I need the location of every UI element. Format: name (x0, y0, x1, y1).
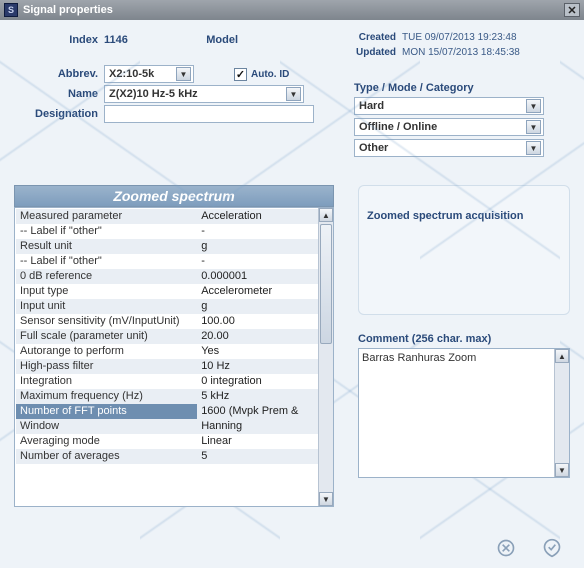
client-area: Index 1146 Model Abbrev. X2:10-5k ▼ ✓ Au… (0, 20, 584, 568)
window-title: Signal properties (23, 4, 113, 16)
accept-icon[interactable] (542, 538, 562, 558)
cancel-icon[interactable] (496, 538, 516, 558)
table-row[interactable]: -- Label if "other"- (16, 254, 318, 269)
table-row[interactable]: 0 dB reference0.000001 (16, 269, 318, 284)
model-label: Model (154, 34, 244, 46)
chevron-down-icon[interactable]: ▼ (526, 99, 541, 113)
scroll-down-icon[interactable]: ▼ (319, 492, 333, 506)
index-label: Index (14, 34, 104, 46)
params-table[interactable]: Measured parameterAcceleration-- Label i… (15, 208, 318, 464)
designation-label: Designation (14, 108, 104, 120)
scrollbar[interactable]: ▲ ▼ (318, 208, 333, 506)
table-row[interactable]: Result unitg (16, 239, 318, 254)
table-row[interactable]: Number of averages5 (16, 449, 318, 464)
table-row[interactable]: Input unitg (16, 299, 318, 314)
designation-input[interactable] (104, 105, 314, 123)
comment-textarea[interactable]: Barras Ranhuras Zoom ▲ ▼ (358, 348, 570, 478)
abbrev-combo[interactable]: X2:10-5k ▼ (104, 65, 194, 83)
table-row[interactable]: -- Label if "other"- (16, 224, 318, 239)
table-row[interactable]: High-pass filter10 Hz (16, 359, 318, 374)
name-combo[interactable]: Z(X2)10 Hz-5 kHz ▼ (104, 85, 304, 103)
table-row[interactable]: Maximum frequency (Hz)5 kHz (16, 389, 318, 404)
timestamps: CreatedTUE 09/07/2013 19:23:48 UpdatedMO… (354, 30, 526, 62)
table-row[interactable]: Input typeAccelerometer (16, 284, 318, 299)
table-row[interactable]: Number of FFT points1600 (Mvpk Prem & (16, 404, 318, 419)
chevron-down-icon[interactable]: ▼ (526, 120, 541, 134)
table-row[interactable]: Sensor sensitivity (mV/InputUnit)100.00 (16, 314, 318, 329)
table-row[interactable]: Autorange to performYes (16, 344, 318, 359)
name-label: Name (14, 88, 104, 100)
scroll-thumb[interactable] (320, 224, 332, 344)
autoid-label: Auto. ID (251, 69, 289, 80)
app-icon: S (4, 3, 18, 17)
type-combo[interactable]: Hard▼ (354, 97, 544, 115)
autoid-checkbox[interactable]: ✓ (234, 68, 247, 81)
table-row[interactable]: WindowHanning (16, 419, 318, 434)
acquisition-text: Zoomed spectrum acquisition (367, 210, 561, 222)
acquisition-panel: Zoomed spectrum acquisition (358, 185, 570, 315)
tmc-heading: Type / Mode / Category (354, 82, 570, 94)
table-row[interactable]: Full scale (parameter unit)20.00 (16, 329, 318, 344)
table-row[interactable]: Integration0 integration (16, 374, 318, 389)
params-title: Zoomed spectrum (14, 185, 334, 207)
index-value: 1146 (104, 34, 154, 46)
table-row[interactable]: Averaging modeLinear (16, 434, 318, 449)
titlebar: S Signal properties ✕ (0, 0, 584, 20)
chevron-down-icon[interactable]: ▼ (176, 67, 191, 81)
table-row[interactable]: Measured parameterAcceleration (16, 209, 318, 224)
close-icon[interactable]: ✕ (564, 3, 580, 17)
category-combo[interactable]: Other▼ (354, 139, 544, 157)
abbrev-value: X2:10-5k (109, 68, 154, 80)
chevron-down-icon[interactable]: ▼ (526, 141, 541, 155)
chevron-down-icon[interactable]: ▼ (286, 87, 301, 101)
abbrev-label: Abbrev. (14, 68, 104, 80)
scroll-up-icon[interactable]: ▲ (555, 349, 569, 363)
comment-label: Comment (256 char. max) (358, 333, 570, 345)
scrollbar[interactable]: ▲ ▼ (554, 349, 569, 477)
name-value: Z(X2)10 Hz-5 kHz (109, 88, 198, 100)
scroll-up-icon[interactable]: ▲ (319, 208, 333, 222)
mode-combo[interactable]: Offline / Online▼ (354, 118, 544, 136)
scroll-down-icon[interactable]: ▼ (555, 463, 569, 477)
